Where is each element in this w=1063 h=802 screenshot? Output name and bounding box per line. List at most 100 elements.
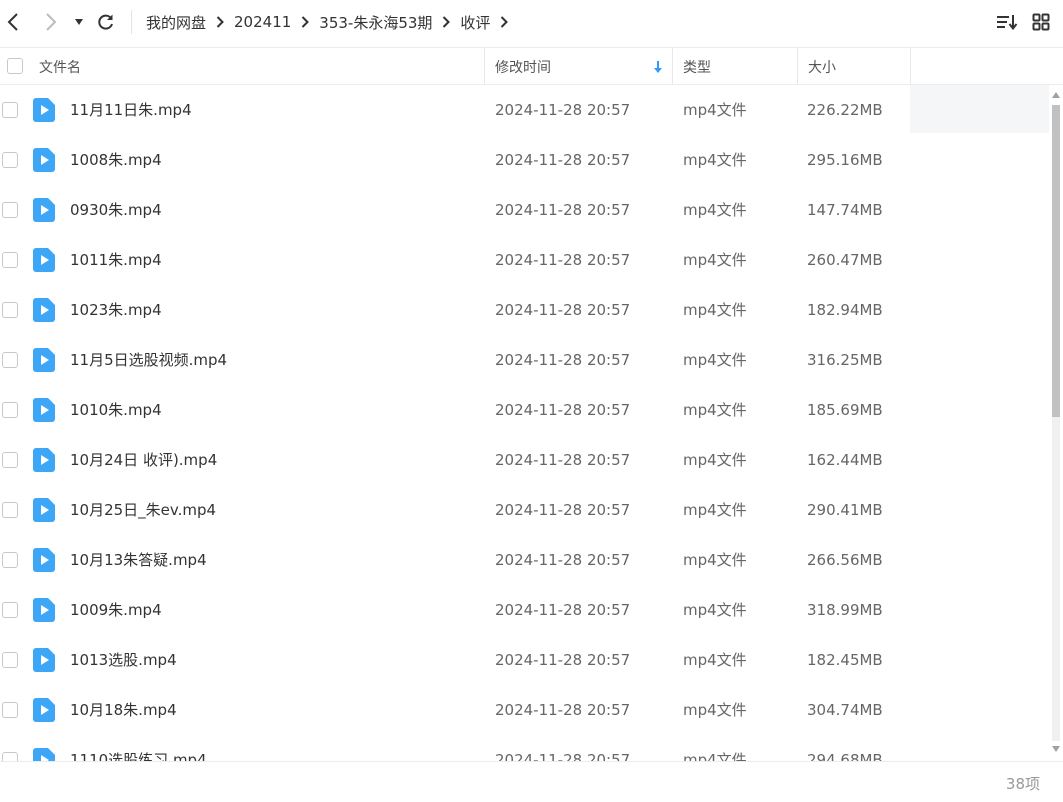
file-modified-time: 2024-11-28 20:57 [495, 401, 631, 419]
scroll-down-arrow-icon[interactable] [1051, 745, 1061, 753]
row-checkbox[interactable] [2, 152, 18, 168]
sort-button[interactable] [994, 8, 1020, 36]
forward-button[interactable] [38, 8, 64, 36]
history-dropdown-button[interactable] [66, 8, 92, 36]
file-row[interactable]: 1110选股练习.mp4 2024-11-28 20:57 mp4文件 294.… [0, 735, 1049, 761]
row-checkbox[interactable] [2, 652, 18, 668]
grid-view-button[interactable] [1028, 8, 1054, 36]
file-modified-time: 2024-11-28 20:57 [495, 301, 631, 319]
status-bar: 38项 [0, 761, 1063, 802]
file-size: 294.68MB [807, 751, 883, 761]
file-modified-time: 2024-11-28 20:57 [495, 201, 631, 219]
file-row[interactable]: 10月18朱.mp4 2024-11-28 20:57 mp4文件 304.74… [0, 685, 1049, 735]
file-type: mp4文件 [683, 501, 747, 519]
file-row[interactable]: 1009朱.mp4 2024-11-28 20:57 mp4文件 318.99M… [0, 585, 1049, 635]
file-row[interactable]: 10月25日_朱ev.mp4 2024-11-28 20:57 mp4文件 29… [0, 485, 1049, 535]
grid-icon [1032, 13, 1050, 31]
file-name[interactable]: 11月11日朱.mp4 [70, 100, 192, 120]
file-name[interactable]: 1013选股.mp4 [70, 650, 177, 670]
row-checkbox[interactable] [2, 552, 18, 568]
file-row[interactable]: 1011朱.mp4 2024-11-28 20:57 mp4文件 260.47M… [0, 235, 1049, 285]
toolbar-divider [131, 10, 132, 34]
breadcrumb-item-root[interactable]: 我的网盘 [146, 12, 206, 33]
chevron-right-icon [216, 16, 224, 28]
file-name[interactable]: 1010朱.mp4 [70, 400, 162, 420]
breadcrumb-item-202411[interactable]: 202411 [234, 13, 291, 31]
file-size: 226.22MB [807, 101, 883, 119]
row-checkbox[interactable] [2, 602, 18, 618]
chevron-right-icon [46, 13, 57, 31]
back-button[interactable] [0, 8, 26, 36]
file-row[interactable]: 1008朱.mp4 2024-11-28 20:57 mp4文件 295.16M… [0, 135, 1049, 185]
file-modified-time: 2024-11-28 20:57 [495, 251, 631, 269]
scroll-up-arrow-icon[interactable] [1051, 91, 1061, 99]
file-type: mp4文件 [683, 701, 747, 719]
column-divider [484, 48, 485, 85]
file-name[interactable]: 1110选股练习.mp4 [70, 750, 207, 761]
file-modified-time: 2024-11-28 20:57 [495, 501, 631, 519]
select-all-checkbox[interactable] [7, 58, 23, 74]
scrollbar-track[interactable] [1052, 417, 1060, 741]
file-modified-time: 2024-11-28 20:57 [495, 651, 631, 669]
file-type: mp4文件 [683, 551, 747, 569]
chevron-left-icon [7, 13, 18, 31]
file-size: 318.99MB [807, 601, 883, 619]
file-size: 147.74MB [807, 201, 883, 219]
column-divider [797, 48, 798, 85]
file-size: 304.74MB [807, 701, 883, 719]
video-file-icon [33, 548, 55, 572]
file-row[interactable]: 0930朱.mp4 2024-11-28 20:57 mp4文件 147.74M… [0, 185, 1049, 235]
video-file-icon [33, 398, 55, 422]
refresh-button[interactable] [93, 8, 119, 36]
column-type-header[interactable]: 类型 [683, 48, 711, 85]
column-name-header[interactable]: 文件名 [39, 48, 81, 85]
file-name[interactable]: 11月5日选股视频.mp4 [70, 350, 227, 370]
file-name[interactable]: 10月18朱.mp4 [70, 700, 177, 720]
file-name[interactable]: 0930朱.mp4 [70, 200, 162, 220]
file-type: mp4文件 [683, 751, 747, 761]
breadcrumb-item-current[interactable]: 收评 [460, 12, 490, 33]
file-row[interactable]: 10月24日 收评).mp4 2024-11-28 20:57 mp4文件 16… [0, 435, 1049, 485]
file-name[interactable]: 10月25日_朱ev.mp4 [70, 500, 216, 520]
row-checkbox[interactable] [2, 452, 18, 468]
file-row[interactable]: 1013选股.mp4 2024-11-28 20:57 mp4文件 182.45… [0, 635, 1049, 685]
video-file-icon [33, 148, 55, 172]
row-checkbox[interactable] [2, 752, 18, 761]
vertical-scrollbar[interactable] [1049, 85, 1063, 761]
file-name[interactable]: 10月24日 收评).mp4 [70, 450, 217, 470]
chevron-right-icon [301, 16, 310, 28]
chevron-right-icon [500, 16, 509, 28]
file-modified-time: 2024-11-28 20:57 [495, 751, 631, 761]
video-file-icon [33, 598, 55, 622]
file-modified-time: 2024-11-28 20:57 [495, 351, 631, 369]
sort-desc-icon[interactable] [653, 48, 663, 85]
file-row[interactable]: 11月5日选股视频.mp4 2024-11-28 20:57 mp4文件 316… [0, 335, 1049, 385]
row-checkbox[interactable] [2, 302, 18, 318]
row-checkbox[interactable] [2, 202, 18, 218]
file-type: mp4文件 [683, 351, 747, 369]
row-checkbox[interactable] [2, 402, 18, 418]
file-row[interactable]: 1023朱.mp4 2024-11-28 20:57 mp4文件 182.94M… [0, 285, 1049, 335]
file-name[interactable]: 1023朱.mp4 [70, 300, 162, 320]
row-checkbox[interactable] [2, 102, 18, 118]
file-row[interactable]: 10月13朱答疑.mp4 2024-11-28 20:57 mp4文件 266.… [0, 535, 1049, 585]
file-type: mp4文件 [683, 251, 747, 269]
file-type: mp4文件 [683, 301, 747, 319]
file-name[interactable]: 1009朱.mp4 [70, 600, 162, 620]
file-modified-time: 2024-11-28 20:57 [495, 551, 631, 569]
row-checkbox[interactable] [2, 252, 18, 268]
row-checkbox[interactable] [2, 702, 18, 718]
file-name[interactable]: 10月13朱答疑.mp4 [70, 550, 207, 570]
row-checkbox[interactable] [2, 352, 18, 368]
file-type: mp4文件 [683, 101, 747, 119]
column-modified-header[interactable]: 修改时间 [495, 48, 551, 85]
column-divider [910, 48, 911, 85]
file-row[interactable]: 11月11日朱.mp4 2024-11-28 20:57 mp4文件 226.2… [0, 85, 1049, 135]
breadcrumb-item-course[interactable]: 353-朱永海53期 [319, 12, 432, 33]
column-size-header[interactable]: 大小 [808, 48, 836, 85]
scrollbar-thumb[interactable] [1052, 105, 1060, 417]
file-row[interactable]: 1010朱.mp4 2024-11-28 20:57 mp4文件 185.69M… [0, 385, 1049, 435]
file-name[interactable]: 1011朱.mp4 [70, 250, 162, 270]
file-name[interactable]: 1008朱.mp4 [70, 150, 162, 170]
row-checkbox[interactable] [2, 502, 18, 518]
